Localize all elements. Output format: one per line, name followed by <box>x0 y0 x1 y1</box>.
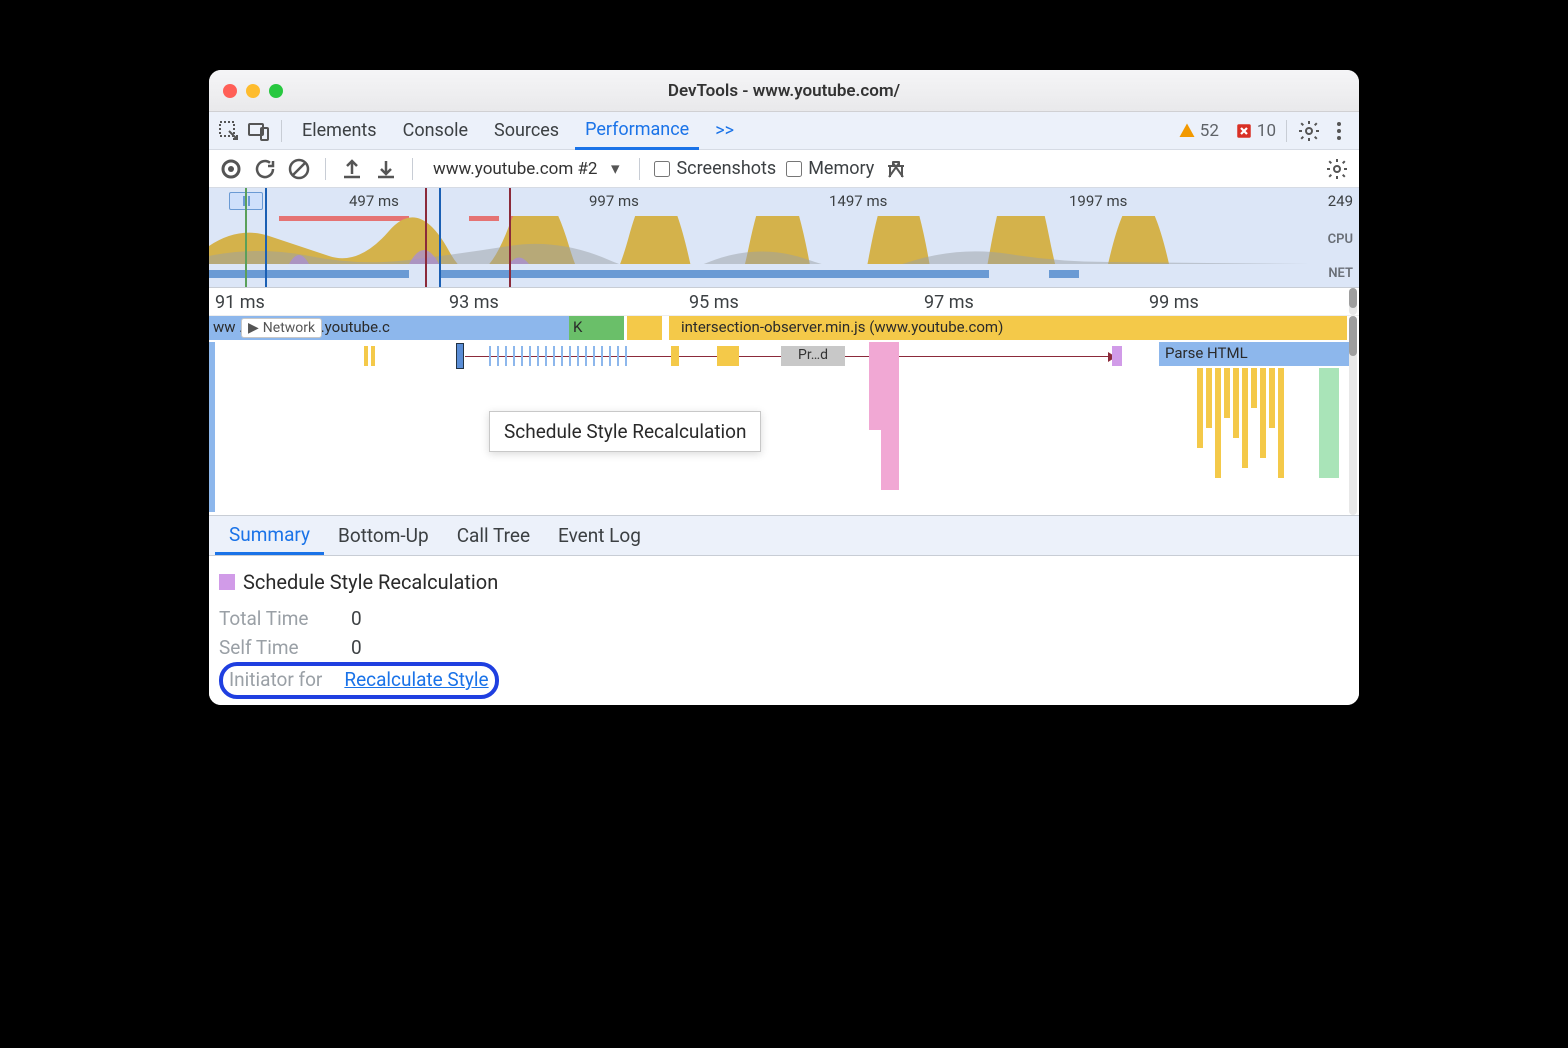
separator <box>281 120 282 142</box>
ruler-tick: 91 ms <box>215 292 265 313</box>
summary-panel: Schedule Style Recalculation Total Time … <box>209 556 1359 705</box>
flame-entry-script[interactable]: intersection-observer.min.js (www.youtub… <box>669 316 1347 340</box>
panel-tabs-bar: Elements Console Sources Performance >> … <box>209 112 1359 150</box>
record-button[interactable] <box>219 157 243 181</box>
recording-select[interactable]: www.youtube.com #2 <box>427 157 625 181</box>
summary-title: Schedule Style Recalculation <box>243 570 498 594</box>
flame-selected-entry[interactable] <box>457 344 463 368</box>
timeline-ruler[interactable]: 91 ms 93 ms 95 ms 97 ms 99 ms <box>209 288 1359 316</box>
ruler-tick: 95 ms <box>689 292 739 313</box>
separator <box>639 158 640 180</box>
memory-checkbox[interactable]: Memory <box>786 158 874 179</box>
flame-small[interactable] <box>371 346 375 366</box>
ruler-tick: 97 ms <box>924 292 974 313</box>
separator <box>1286 120 1287 142</box>
devtools-window: DevTools - www.youtube.com/ Elements Con… <box>209 70 1359 705</box>
marker-line <box>265 188 267 287</box>
scrollbar-thumb[interactable] <box>1349 316 1357 356</box>
clear-button[interactable] <box>287 157 311 181</box>
ruler-tick: 93 ms <box>449 292 499 313</box>
flame-entry-prd[interactable]: Pr…d <box>781 346 845 366</box>
settings-icon[interactable] <box>1297 119 1321 143</box>
separator <box>412 158 413 180</box>
device-toggle-icon[interactable] <box>247 119 271 143</box>
reload-record-button[interactable] <box>253 157 277 181</box>
flame-left-edge <box>209 342 215 512</box>
flame-entry-style[interactable] <box>1112 346 1122 366</box>
net-bar <box>209 270 409 278</box>
marker-line <box>425 188 427 287</box>
overview-tick: 997 ms <box>589 192 639 210</box>
window-titlebar: DevTools - www.youtube.com/ <box>209 70 1359 112</box>
overview-tick: 249 <box>1328 192 1353 210</box>
tab-summary[interactable]: Summary <box>215 516 324 555</box>
tab-bottom-up[interactable]: Bottom-Up <box>324 516 443 555</box>
flame-tooltip: Schedule Style Recalculation <box>489 411 761 452</box>
initiator-link[interactable]: Recalculate Style <box>344 668 488 691</box>
flame-small[interactable] <box>671 346 679 366</box>
window-title: DevTools - www.youtube.com/ <box>209 81 1359 101</box>
tab-performance[interactable]: Performance <box>575 113 699 150</box>
initiator-callout: Initiator for Recalculate Style <box>219 662 499 699</box>
flame-ticks <box>489 346 627 366</box>
cpu-label: CPU <box>1328 232 1353 247</box>
event-color-swatch <box>219 574 235 590</box>
details-tabs-bar: Summary Bottom-Up Call Tree Event Log <box>209 516 1359 556</box>
summary-title-row: Schedule Style Recalculation <box>219 570 1349 594</box>
flame-small[interactable] <box>364 346 368 366</box>
tab-elements[interactable]: Elements <box>292 112 387 149</box>
flame-chart[interactable]: ww .com/ (www.youtube.c ▶ Network K inte… <box>209 316 1359 516</box>
garbage-collect-icon[interactable] <box>884 157 908 181</box>
error-icon <box>1235 122 1253 140</box>
overview-tick: 1497 ms <box>829 192 887 210</box>
summary-row-self-time: Self Time 0 <box>219 633 1349 662</box>
kebab-menu-icon[interactable] <box>1327 119 1351 143</box>
flame-stack <box>1197 368 1284 478</box>
upload-icon[interactable] <box>340 157 364 181</box>
flame-entry-layout[interactable] <box>869 342 899 370</box>
network-expand-chip[interactable]: ▶ Network <box>241 318 322 338</box>
warning-icon <box>1178 122 1196 140</box>
capture-settings-icon[interactable] <box>1325 157 1349 181</box>
performance-toolbar: www.youtube.com #2 Screenshots Memory <box>209 150 1359 188</box>
flame-entry-parse-html[interactable]: Parse HTML <box>1159 342 1349 366</box>
net-bar <box>1049 270 1079 278</box>
net-label: NET <box>1328 266 1353 281</box>
ruler-tick: 99 ms <box>1149 292 1199 313</box>
marker-line <box>439 188 441 287</box>
warnings-count[interactable]: 52 <box>1178 121 1219 141</box>
separator <box>325 158 326 180</box>
initiator-label: Initiator for <box>229 668 322 691</box>
flame-entry-layout[interactable] <box>869 370 899 430</box>
marker-line <box>245 188 247 287</box>
screenshots-checkbox[interactable]: Screenshots <box>654 158 776 179</box>
inspect-icon[interactable] <box>217 119 241 143</box>
tab-event-log[interactable]: Event Log <box>544 516 655 555</box>
scrollbar-thumb[interactable] <box>1349 288 1357 308</box>
overview-tick: 497 ms <box>349 192 399 210</box>
flame-entry[interactable] <box>627 316 662 340</box>
cpu-activity-chart <box>209 216 1309 264</box>
overview-tick: 1997 ms <box>1069 192 1127 210</box>
errors-count[interactable]: 10 <box>1235 121 1276 141</box>
performance-overview[interactable]: 497 ms 997 ms 1497 ms 1997 ms 249 CPU NE… <box>209 188 1359 288</box>
summary-row-total-time: Total Time 0 <box>219 604 1349 633</box>
flame-small[interactable] <box>717 346 739 366</box>
flame-entry-paint[interactable] <box>1319 368 1339 478</box>
tab-console[interactable]: Console <box>393 112 478 149</box>
net-bar <box>439 270 989 278</box>
download-icon[interactable] <box>374 157 398 181</box>
flame-entry-layout[interactable] <box>881 430 899 490</box>
flame-entry-compile[interactable]: K <box>569 316 624 340</box>
tab-sources[interactable]: Sources <box>484 112 569 149</box>
tab-call-tree[interactable]: Call Tree <box>443 516 544 555</box>
more-tabs-button[interactable]: >> <box>705 112 744 149</box>
marker-line <box>509 188 511 287</box>
